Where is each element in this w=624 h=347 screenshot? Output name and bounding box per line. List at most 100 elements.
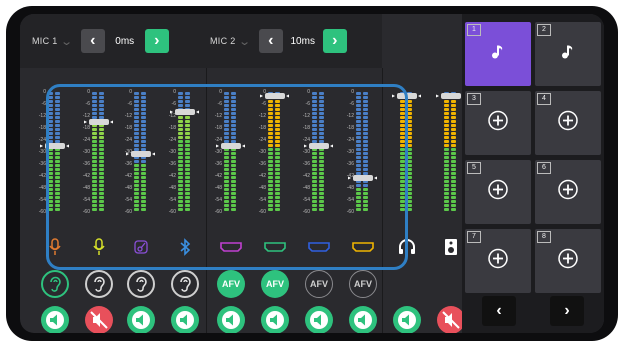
afv-toggle-button[interactable]: AFV xyxy=(261,270,289,298)
plus-icon xyxy=(558,248,578,274)
meter-segment xyxy=(451,116,456,119)
speaker-button[interactable] xyxy=(171,306,199,333)
speaker-button[interactable] xyxy=(349,306,377,333)
pads-prev-page-button[interactable]: ‹ xyxy=(482,296,516,326)
meter-segment xyxy=(451,144,456,147)
speaker-icon xyxy=(438,238,464,256)
meter-segment xyxy=(451,136,456,139)
plus-icon xyxy=(488,248,508,274)
sound-pad-7[interactable]: 7 xyxy=(465,229,531,293)
speaker-button[interactable] xyxy=(41,306,69,333)
meter-segment xyxy=(451,152,456,155)
sound-pad-5[interactable]: 5 xyxy=(465,160,531,224)
plus-icon xyxy=(488,179,508,205)
mic1-delay-increase-button[interactable]: › xyxy=(144,29,169,53)
music-note-icon xyxy=(490,44,506,65)
sound-pads-panel: 1 2 3 4 5 6 7 8 ‹ › xyxy=(462,14,604,333)
afv-toggle-button[interactable]: AFV xyxy=(349,270,377,298)
meter-segment xyxy=(444,200,449,203)
meter-segment xyxy=(451,100,456,103)
meter-segment xyxy=(451,104,456,107)
mic2-delay-decrease-button[interactable]: ‹ xyxy=(258,29,283,53)
sound-pad-4[interactable]: 4 xyxy=(535,91,601,155)
afv-toggle-button[interactable]: AFV xyxy=(305,270,333,298)
meter-segment xyxy=(444,108,449,111)
meter-segment xyxy=(444,164,449,167)
meter-segment xyxy=(444,208,449,211)
chevron-down-icon[interactable]: ⌄ xyxy=(238,35,251,48)
meter-segment xyxy=(451,168,456,171)
fader-marker-icon: ▸ xyxy=(40,143,44,150)
meter-segment xyxy=(451,140,456,143)
monitor-toggle-button[interactable] xyxy=(41,270,69,298)
pads-next-page-button[interactable]: › xyxy=(550,296,584,326)
meter-segment xyxy=(444,144,449,147)
sound-pad-8[interactable]: 8 xyxy=(535,229,601,293)
meter-segment xyxy=(451,208,456,211)
pad-number-label: 1 xyxy=(467,24,481,36)
speaker-button[interactable] xyxy=(305,306,333,333)
muted-speaker-button[interactable] xyxy=(85,306,113,333)
mixer-screen: MIC 1 ⌄ ‹ 0ms › MIC 2 ⌄ ‹ 10ms › 0 -6 -12-… xyxy=(20,14,604,333)
chevron-down-icon[interactable]: ⌄ xyxy=(60,35,73,48)
monitor-toggle-button[interactable] xyxy=(171,270,199,298)
meter-segment xyxy=(451,192,456,195)
mic1-label[interactable]: MIC 1 xyxy=(32,36,58,46)
speaker-button[interactable] xyxy=(393,306,421,333)
sound-pad-1[interactable]: 1 xyxy=(465,22,531,86)
db-scale-tick: -12 xyxy=(38,113,46,119)
music-note-icon xyxy=(560,44,576,65)
meter-segment xyxy=(451,200,456,203)
mic1-delay-value: 0ms xyxy=(115,35,135,47)
meter-segment xyxy=(444,192,449,195)
meter-segment xyxy=(444,120,449,123)
meter-segment xyxy=(444,104,449,107)
meter-segment xyxy=(451,188,456,191)
meter-segment xyxy=(444,176,449,179)
mic1-delay-group: MIC 1 ⌄ ‹ 0ms › xyxy=(32,14,169,68)
meter-segment xyxy=(451,204,456,207)
meter-segment xyxy=(444,132,449,135)
pad-number-label: 4 xyxy=(537,93,551,105)
mic2-label[interactable]: MIC 2 xyxy=(210,36,236,46)
sound-pad-6[interactable]: 6 xyxy=(535,160,601,224)
meter-segment xyxy=(451,156,456,159)
meter-segment xyxy=(451,148,456,151)
meter-segment xyxy=(444,128,449,131)
meter-segment xyxy=(444,168,449,171)
plus-icon xyxy=(558,110,578,136)
speaker-button[interactable] xyxy=(127,306,155,333)
meter-segment xyxy=(444,204,449,207)
pad-number-label: 7 xyxy=(467,231,481,243)
meter-segment xyxy=(444,180,449,183)
meter-segment xyxy=(451,180,456,183)
meter-segment xyxy=(444,116,449,119)
level-meter-bar xyxy=(451,92,456,212)
plus-icon xyxy=(488,110,508,136)
meter-segment xyxy=(444,136,449,139)
mic2-delay-increase-button[interactable]: › xyxy=(322,29,347,53)
meter-segment xyxy=(444,160,449,163)
db-scale-tick: -48 xyxy=(38,185,46,191)
meter-segment xyxy=(444,196,449,199)
sound-pad-2[interactable]: 2 xyxy=(535,22,601,86)
mic1-delay-decrease-button[interactable]: ‹ xyxy=(80,29,105,53)
monitor-toggle-button[interactable] xyxy=(127,270,155,298)
meter-segment xyxy=(451,132,456,135)
db-scale-tick: -42 xyxy=(38,173,46,179)
meter-segment xyxy=(451,184,456,187)
input-channels-highlight xyxy=(46,84,408,270)
sound-pad-3[interactable]: 3 xyxy=(465,91,531,155)
speaker-button[interactable] xyxy=(261,306,289,333)
meter-segment xyxy=(444,140,449,143)
speaker-button[interactable] xyxy=(217,306,245,333)
meter-segment xyxy=(451,124,456,127)
volume-fader-handle[interactable] xyxy=(441,92,461,99)
muted-speaker-button[interactable] xyxy=(437,306,465,333)
afv-toggle-button[interactable]: AFV xyxy=(217,270,245,298)
meter-segment xyxy=(444,124,449,127)
monitor-toggle-button[interactable] xyxy=(85,270,113,298)
mic2-delay-group: MIC 2 ⌄ ‹ 10ms › xyxy=(210,14,347,68)
db-scale-tick: -36 xyxy=(38,161,46,167)
meter-segment xyxy=(451,108,456,111)
